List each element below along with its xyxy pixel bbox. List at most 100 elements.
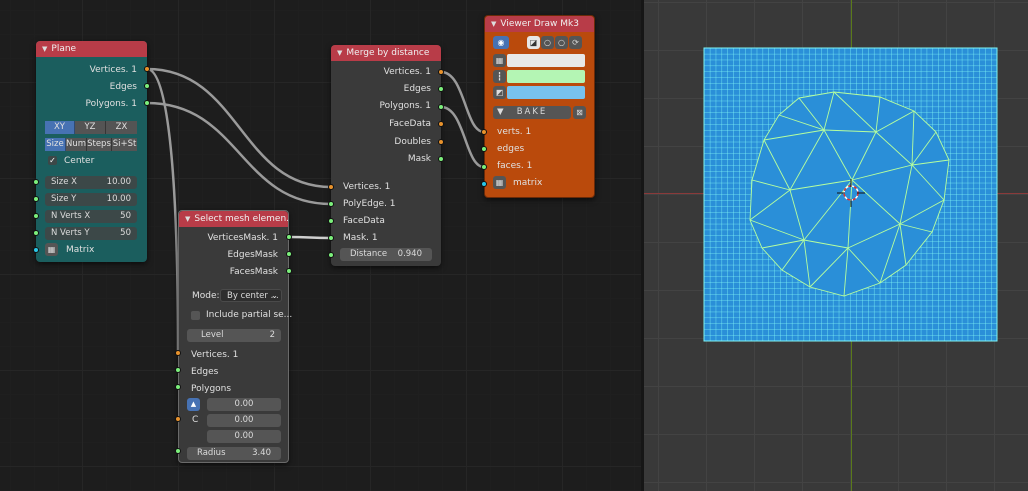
center-label: Center [64,156,95,166]
merge-mask-in-socket[interactable] [328,235,334,241]
select-edges-socket[interactable] [175,367,181,373]
viewer-verts-socket[interactable] [481,129,487,135]
mode-sist-button[interactable]: Si+St [112,138,137,151]
vertices-mask-socket[interactable] [286,234,292,240]
level-label: Level [201,330,224,340]
link-plane-vertices-select [145,67,180,355]
center-checkbox[interactable]: ✓ [48,156,57,165]
mode-size-button[interactable]: Size [45,138,66,151]
mode-steps-button[interactable]: Steps [87,138,112,151]
vector-z-field[interactable]: 0.00 [207,430,281,443]
n-verts-y-value: 50 [120,228,131,238]
select-mesh-elements-node[interactable]: ▼ Select mesh elemen... VerticesMask. 1 E… [178,210,292,463]
chevron-down-icon: ⌄ [270,291,278,301]
select-polygons-socket[interactable] [175,384,181,390]
plane-mode-buttons: Size Num Steps Si+St [45,138,137,151]
axis-xy-button[interactable]: XY [45,121,75,134]
collapse-icon[interactable]: ▼ [185,211,190,227]
viewer-draw-node[interactable]: ▼ Viewer Draw Mk3 ◉ ◪ ○ ○ ⟳ ▦ ┇ ◩ ▼ BAKE ⊠… [484,15,595,198]
merge-mask-out-socket[interactable] [438,156,444,162]
vertex-color-swatch[interactable] [507,54,585,67]
merge-facedata-in-socket[interactable] [328,218,334,224]
n-verts-x-field[interactable]: N Verts X 50 [45,210,137,223]
link-plane-polygons-merge [145,101,333,206]
radius-field[interactable]: Radius 3.40 [187,447,281,460]
merge-output-polygons: Polygons. 1 [379,101,432,111]
merge-vertices-out-socket[interactable] [438,69,444,75]
plane-matrix-label: Matrix [66,245,95,255]
merge-edges-out-socket[interactable] [438,86,444,92]
mode-dropdown[interactable]: By center ... ⌄ [220,289,282,302]
merge-input-mask: Mask. 1 [343,233,378,243]
select-output-faces-mask: FacesMask [229,267,278,277]
include-partial-checkbox[interactable] [191,311,200,320]
refresh-icon[interactable]: ⟳ [569,36,582,49]
axis-yz-button[interactable]: YZ [75,121,106,134]
select-input-polygons: Polygons [191,384,232,394]
plane-node[interactable]: ▼ Plane Vertices. 1 Edges Polygons. 1 XY … [36,41,147,262]
collapse-icon[interactable]: ▼ [42,41,47,57]
edges-mask-socket[interactable] [286,251,292,257]
plane-matrix-socket[interactable] [33,247,39,253]
eye-icon[interactable]: ◉ [493,36,509,49]
viewer-title: Viewer Draw Mk3 [500,19,579,29]
collapse-icon[interactable]: ▼ [491,16,496,32]
n-verts-x-socket[interactable] [33,213,39,219]
edge-display-icon[interactable]: ○ [541,36,554,49]
plane-polygons-socket[interactable] [144,100,150,106]
select-output-edges-mask: EdgesMask [227,250,278,260]
merge-facedata-out-socket[interactable] [438,121,444,127]
size-y-socket[interactable] [33,196,39,202]
vertex-display-icon[interactable]: ◪ [527,36,540,49]
merge-polyedge-in-socket[interactable] [328,201,334,207]
distance-field[interactable]: Distance 0.940 [340,248,432,261]
select-input-vertices: Vertices. 1 [191,350,239,360]
plane-edges-socket[interactable] [144,83,150,89]
plane-vertices-socket[interactable] [144,66,150,72]
n-verts-x-value: 50 [120,211,131,221]
3d-viewport[interactable] [644,0,1028,491]
face-color-swatch[interactable] [507,86,585,99]
select-title: Select mesh elemen... [194,214,288,224]
merge-doubles-out-socket[interactable] [438,139,444,145]
viewer-edges-socket[interactable] [481,146,487,152]
size-x-socket[interactable] [33,179,39,185]
faces-mask-socket[interactable] [286,268,292,274]
merge-by-distance-node[interactable]: ▼ Merge by distance Vertices. 1 Edges Pol… [331,45,441,266]
n-verts-y-label: N Verts Y [51,228,90,238]
axis-zx-button[interactable]: ZX [106,121,137,134]
plane-output-vertices: Vertices. 1 [89,65,137,75]
size-y-field[interactable]: Size Y 10.00 [45,193,137,206]
merge-polygons-out-socket[interactable] [438,104,444,110]
collapse-icon[interactable]: ▼ [337,45,342,61]
plane-node-header[interactable]: ▼ Plane [36,41,147,57]
merge-node-header[interactable]: ▼ Merge by distance [331,45,441,61]
bake-options-icon[interactable]: ⊠ [573,106,586,119]
n-verts-y-socket[interactable] [33,230,39,236]
merge-vertices-in-socket[interactable] [328,184,334,190]
size-x-field[interactable]: Size X 10.00 [45,176,137,189]
face-display-icon[interactable]: ○ [555,36,568,49]
edge-icon: ┇ [493,70,506,83]
viewer-faces-socket[interactable] [481,164,487,170]
radius-label: Radius [197,448,226,458]
select-radius-socket[interactable] [175,448,181,454]
mode-num-button[interactable]: Num [66,138,87,151]
select-node-header[interactable]: ▼ Select mesh elemen... [179,211,288,227]
select-vertices-socket[interactable] [175,350,181,356]
level-field[interactable]: Level 2 [187,329,281,342]
node-editor[interactable]: ▼ Plane Vertices. 1 Edges Polygons. 1 XY … [0,0,641,491]
viewer-node-header[interactable]: ▼ Viewer Draw Mk3 [485,16,594,32]
vector-x-field[interactable]: 0.00 [207,398,281,411]
n-verts-y-field[interactable]: N Verts Y 50 [45,227,137,240]
merge-distance-socket[interactable] [328,252,334,258]
select-center-socket[interactable] [175,416,181,422]
viewer-matrix-socket[interactable] [481,181,487,187]
vector-toggle-icon[interactable]: ▲ [187,398,200,411]
bake-button[interactable]: ▼ BAKE [493,106,571,119]
link-plane-vertices-merge [145,67,333,189]
edge-color-swatch[interactable] [507,70,585,83]
bake-icon: ▼ [497,107,506,117]
vector-y-field[interactable]: 0.00 [207,414,281,427]
n-verts-x-label: N Verts X [51,211,91,221]
